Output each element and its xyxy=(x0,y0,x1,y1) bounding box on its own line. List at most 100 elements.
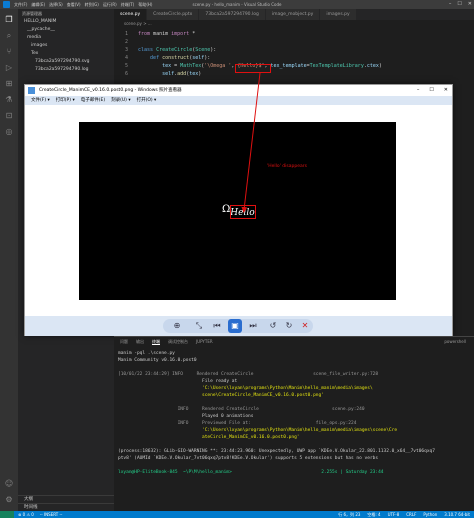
code-token: '\Omega ' xyxy=(204,63,232,69)
close-icon[interactable]: ✕ xyxy=(468,1,472,7)
cursor-position[interactable]: 行 6，列 23 xyxy=(338,511,360,518)
zoom-icon[interactable]: ⊕ xyxy=(171,320,183,332)
code-line[interactable]: 1 from manim import * xyxy=(114,31,195,38)
code-token: tex xyxy=(189,71,199,77)
timeline-section[interactable]: 时间线 xyxy=(18,503,114,511)
code-token: MathTex xyxy=(180,63,202,69)
title-bar: 文件(F) 编辑(E) 选择(S) 查看(V) 转到(G) 运行(R) 终端(T… xyxy=(0,0,474,9)
python-interpreter[interactable]: 3.10.7 64-bit xyxy=(444,511,470,518)
terminal-line: 'C:\Users\lxyan\programs\Python\Manim\he… xyxy=(118,386,373,391)
problems-count[interactable]: ⊗ 0 ⚠ 0 xyxy=(18,511,34,518)
terminal-line: Played 0 animations xyxy=(118,414,254,419)
panel-tab-terminal[interactable]: 终端 xyxy=(152,337,160,345)
tab-tex-log[interactable]: 73bca2a597294790.log xyxy=(199,9,266,20)
code-token: def xyxy=(150,55,160,61)
code-token: = xyxy=(171,63,181,69)
remote-explorer-icon[interactable]: ⊡ xyxy=(4,111,14,121)
status-bar: ⊗ 0 ⚠ 0 -- INSERT -- 行 6，列 23 空格: 4 UTF-… xyxy=(0,511,474,518)
viewer-menu-open[interactable]: 打开(O) ▾ xyxy=(137,96,157,105)
tree-item-media[interactable]: media xyxy=(18,34,114,42)
code-token: CreateCircle xyxy=(156,47,193,53)
viewer-menu-print[interactable]: 打印(P) ▾ xyxy=(56,96,75,105)
breadcrumb[interactable]: scene.py > ... xyxy=(114,20,474,27)
tree-item-images[interactable]: images xyxy=(18,42,114,50)
status-right: 行 6，列 23 空格: 4 UTF-8 CRLF Python 3.10.7 … xyxy=(338,511,470,518)
tree-item-svg[interactable]: 73bca2a597294790.svg xyxy=(18,58,114,66)
terminal-line: INFO Rendered CreateCircle scene.py:240 xyxy=(118,407,365,412)
code-line[interactable]: 3 class CreateCircle(Scene): xyxy=(114,47,216,54)
rotate-left-icon[interactable]: ↺ xyxy=(267,320,279,332)
vscode-window: 文件(F) 编辑(E) 选择(S) 查看(V) 转到(G) 运行(R) 终端(T… xyxy=(0,0,474,518)
code-line[interactable]: 2 xyxy=(114,39,138,46)
tab-createcircle-pptx[interactable]: CreateCircle.pptx xyxy=(147,9,200,20)
tree-item-tex[interactable]: Tex xyxy=(18,50,114,58)
viewer-menu-file[interactable]: 文件(F) ▾ xyxy=(31,96,50,105)
rotate-right-icon[interactable]: ↻ xyxy=(283,320,295,332)
outline-section[interactable]: 大纲 xyxy=(18,495,114,503)
viewer-maximize-icon[interactable]: ☐ xyxy=(429,85,433,96)
terminal-line: ateCircle_ManimCE_v0.16.0.post0.png' xyxy=(118,435,300,440)
viewer-menu-burn[interactable]: 刻录(U) ▾ xyxy=(111,96,131,105)
window-controls: – ☐ ✕ xyxy=(449,1,472,7)
viewer-toolbar: ⊕ ⤡ ⏮ ▣ ⏭ ↺ ↻ ✕ xyxy=(25,316,452,336)
viewer-minimize-icon[interactable]: – xyxy=(417,85,420,96)
panel-tab-jupyter[interactable]: JUPYTER xyxy=(196,337,213,345)
tree-item-root[interactable]: HELLO_MANIM xyxy=(18,18,114,26)
delete-icon[interactable]: ✕ xyxy=(299,320,311,332)
settings-gear-icon[interactable]: ⚙ xyxy=(4,495,14,505)
panel-tab-output[interactable]: 输出 xyxy=(136,337,144,345)
photo-viewer-window: CreateCircle_ManimCE_v0.16.0.post0.png -… xyxy=(24,84,453,336)
search-icon[interactable]: ⌕ xyxy=(4,31,14,41)
panel-tab-problems[interactable]: 问题 xyxy=(120,337,128,345)
terminal-line: 'C:\Users\lxyan\programs\Python\Manim\he… xyxy=(118,428,398,433)
minimize-icon[interactable]: – xyxy=(449,1,452,7)
code-token: manim xyxy=(150,31,172,37)
run-debug-icon[interactable]: ▷ xyxy=(4,63,14,73)
terminal-line: ptv8' (AUMId `KDEe.V.Okular_7vt06qxq7ptv… xyxy=(118,456,379,461)
source-control-icon[interactable]: ⑂ xyxy=(4,47,14,57)
slideshow-icon[interactable]: ▣ xyxy=(228,319,242,333)
code-editor[interactable]: 1 from manim import * 2 3 class CreateCircle… xyxy=(114,27,474,87)
annotation-text: 'Hello' disappears xyxy=(267,164,307,169)
testing-icon[interactable]: ⚗ xyxy=(4,95,14,105)
code-token: self xyxy=(162,71,175,77)
viewer-menu-email[interactable]: 电子邮件(E) xyxy=(81,96,105,105)
viewer-title-bar: CreateCircle_ManimCE_v0.16.0.post0.png -… xyxy=(25,85,452,96)
tree-item-log[interactable]: 73bca2a597294790.log xyxy=(18,66,114,74)
tree-item-pycache[interactable]: __pycache__ xyxy=(18,26,114,34)
code-highlight-box xyxy=(235,64,271,73)
prev-icon[interactable]: ⏮ xyxy=(211,320,223,332)
code-line[interactable]: 6 self.add(tex) xyxy=(114,71,201,78)
jupyter-icon[interactable]: ◎ xyxy=(4,127,14,137)
code-line[interactable]: 4 def construct(self): xyxy=(114,55,210,62)
explorer-icon[interactable]: ❐ xyxy=(4,15,14,25)
remote-indicator-icon[interactable] xyxy=(0,511,14,518)
viewer-canvas: ΩHello 'Hello' disappears xyxy=(25,105,452,316)
photo-viewer-app-icon xyxy=(28,87,35,94)
panel-tab-debug-console[interactable]: 调试控制台 xyxy=(168,337,188,345)
terminal[interactable]: manim -pql .\scene.py Manim Community v0.… xyxy=(114,345,474,511)
code-token: ctex xyxy=(366,63,379,69)
language-mode[interactable]: Python xyxy=(423,511,437,518)
viewer-menu-bar: 文件(F) ▾ 打印(P) ▾ 电子邮件(E) 刻录(U) ▾ 打开(O) ▾ xyxy=(25,96,452,105)
line-ending[interactable]: CRLF xyxy=(406,511,416,518)
indentation[interactable]: 空格: 4 xyxy=(367,511,380,518)
window-title: scene.py - hello_manim - Visual Studio C… xyxy=(192,2,282,7)
account-icon[interactable]: ☺ xyxy=(4,479,14,489)
tab-images-py[interactable]: images.py xyxy=(320,9,357,20)
next-icon[interactable]: ⏭ xyxy=(247,320,259,332)
fit-icon[interactable]: ⤡ xyxy=(193,320,205,332)
code-token: class xyxy=(138,47,154,53)
line-number: 2 xyxy=(124,39,128,45)
tab-image-mobject[interactable]: image_mobject.py xyxy=(265,9,321,20)
terminal-line: scene\CreateCircle_ManimCE_v0.16.0.post0… xyxy=(118,393,324,398)
tab-scene-py[interactable]: scene.py xyxy=(114,9,148,20)
viewer-close-icon[interactable]: ✕ xyxy=(444,85,448,96)
extensions-icon[interactable]: ⊞ xyxy=(4,79,14,89)
terminal-line: (process:18632): GLib-GIO-WARNING **: 23… xyxy=(118,449,435,454)
code-token: ): xyxy=(204,55,211,61)
maximize-icon[interactable]: ☐ xyxy=(457,1,461,7)
encoding[interactable]: UTF-8 xyxy=(388,511,400,518)
